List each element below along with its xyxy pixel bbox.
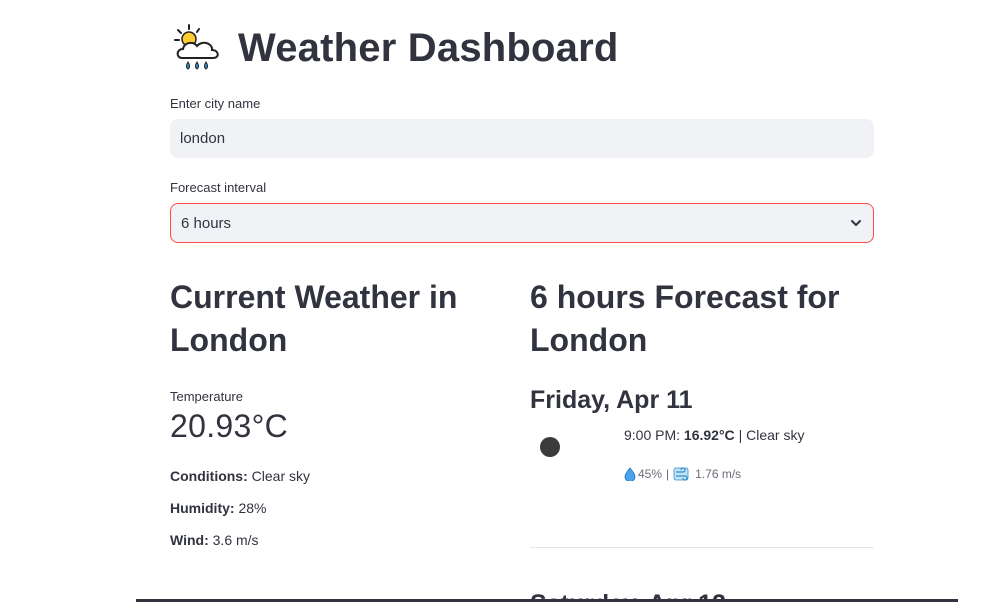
wind-label: Wind: (170, 532, 209, 548)
temperature-value: 20.93°C (170, 408, 289, 444)
wind-value: 3.6 m/s (212, 532, 259, 548)
forecast-divider (530, 547, 874, 548)
forecast-condition: Clear sky (746, 427, 805, 443)
title-row: Weather Dashboard (172, 22, 619, 74)
cloud-sun-rain-icon (174, 24, 219, 70)
page-title: Weather Dashboard (238, 26, 619, 70)
city-input-label: Enter city name (170, 96, 261, 111)
wind-icon (673, 467, 689, 481)
forecast-item: 9:00 PM: 16.92°C | Clear sky 45% | 1.76 … (530, 427, 874, 497)
interval-select-value: 6 hours (181, 214, 232, 232)
conditions-label: Conditions: (170, 468, 248, 484)
humidity-value: 28% (238, 500, 267, 516)
city-input[interactable] (170, 119, 874, 158)
current-weather-column: Current Weather in London Temperature 20… (170, 276, 500, 548)
current-weather-heading: Current Weather in London (170, 279, 458, 358)
forecast-column: 6 hours Forecast for London Friday, Apr … (530, 276, 874, 497)
droplet-icon (624, 467, 636, 481)
interval-select-label: Forecast interval (170, 180, 267, 195)
forecast-sub-separator: | (666, 467, 670, 481)
conditions-value: Clear sky (251, 468, 311, 484)
humidity-line: Humidity: 28% (170, 500, 500, 516)
interval-select[interactable]: 6 hours (170, 203, 874, 243)
wind-line: Wind: 3.6 m/s (170, 532, 500, 548)
temperature-label: Temperature (170, 389, 243, 404)
forecast-sub-line: 45% | 1.76 m/s (624, 467, 741, 481)
weather-icon (540, 437, 560, 457)
chevron-down-icon (851, 220, 861, 226)
forecast-day-heading: Friday, Apr 11 (530, 386, 693, 414)
forecast-heading: 6 hours Forecast for London (530, 279, 840, 358)
forecast-wind: 1.76 m/s (695, 467, 742, 481)
forecast-temp: 16.92°C (683, 427, 735, 443)
forecast-main-line: 9:00 PM: 16.92°C | Clear sky (624, 427, 804, 443)
forecast-separator: | (738, 427, 743, 443)
conditions-line: Conditions: Clear sky (170, 468, 500, 484)
forecast-time: 9:00 PM: (624, 427, 681, 443)
forecast-humidity: 45% (638, 467, 663, 481)
humidity-label: Humidity: (170, 500, 235, 516)
app-page: Weather Dashboard Enter city name Foreca… (0, 0, 1001, 602)
